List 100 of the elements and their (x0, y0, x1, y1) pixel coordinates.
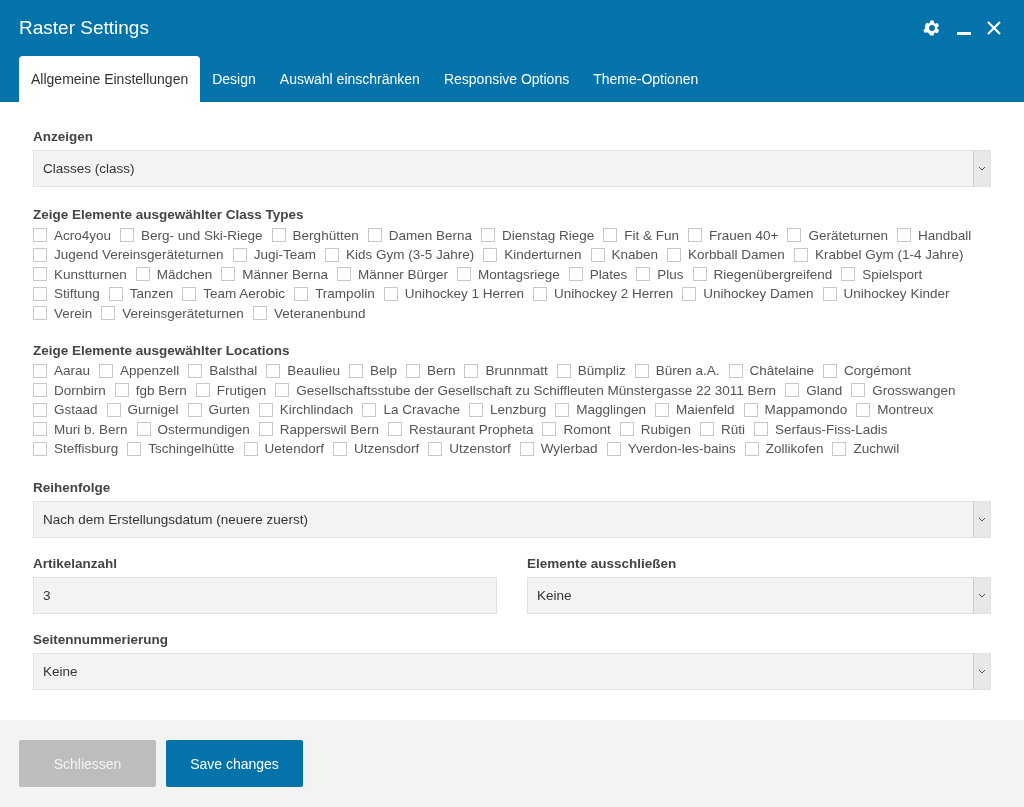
checkbox[interactable] (195, 383, 210, 398)
checkbox[interactable] (182, 286, 197, 301)
checkbox[interactable] (823, 363, 838, 378)
checkbox[interactable] (108, 286, 123, 301)
checkbox[interactable] (468, 402, 483, 417)
checkbox[interactable] (106, 402, 121, 417)
checkbox[interactable] (33, 267, 47, 282)
tab[interactable]: Auswahl einschränken (267, 56, 432, 102)
checkbox[interactable] (33, 286, 47, 301)
checkbox[interactable] (822, 286, 837, 301)
save-button[interactable]: Save changes (166, 740, 303, 787)
checkbox[interactable] (682, 286, 697, 301)
close-icon[interactable] (986, 20, 1002, 36)
checkbox-label: Uetendorf (264, 441, 324, 457)
checkbox-label: Verein (54, 305, 93, 321)
checkbox[interactable] (785, 383, 800, 398)
field-label: Zeige Elemente ausgewählter Class Types (33, 207, 305, 222)
checkbox[interactable] (655, 402, 670, 417)
checkbox[interactable] (258, 422, 273, 437)
checkbox[interactable] (851, 383, 866, 398)
checkbox[interactable] (634, 363, 649, 378)
checkbox[interactable] (841, 267, 856, 282)
checkbox[interactable] (258, 402, 273, 417)
checkbox[interactable] (221, 267, 236, 282)
checkbox[interactable] (33, 228, 47, 243)
checkbox[interactable] (120, 228, 135, 243)
checkbox[interactable] (832, 441, 847, 456)
checkbox[interactable] (688, 228, 703, 243)
pagination-select[interactable]: Keine (33, 653, 991, 690)
checkbox[interactable] (667, 247, 682, 262)
checkbox[interactable] (793, 247, 808, 262)
order-select[interactable]: Nach dem Erstellungsdatum (neuere zuerst) (33, 501, 991, 538)
checkbox[interactable] (897, 228, 912, 243)
checkbox[interactable] (362, 402, 377, 417)
checkbox[interactable] (606, 441, 621, 456)
checkbox[interactable] (603, 228, 618, 243)
display-select[interactable]: Classes (class) (33, 150, 991, 187)
checkbox[interactable] (556, 363, 571, 378)
checkbox[interactable] (700, 422, 715, 437)
checkbox[interactable] (636, 267, 651, 282)
settings-icon[interactable] (922, 18, 942, 38)
exclude-select[interactable]: Keine (527, 577, 991, 614)
checkbox[interactable] (728, 363, 743, 378)
checkbox[interactable] (266, 363, 281, 378)
checkbox[interactable] (787, 228, 802, 243)
checkbox[interactable] (136, 422, 151, 437)
checkbox[interactable] (542, 422, 557, 437)
checkbox[interactable] (405, 363, 420, 378)
checkbox[interactable] (743, 402, 758, 417)
checkbox[interactable] (856, 402, 871, 417)
checkbox[interactable] (744, 441, 759, 456)
checkbox[interactable] (692, 267, 707, 282)
checkbox[interactable] (33, 306, 47, 321)
checkbox[interactable] (387, 422, 402, 437)
checkbox[interactable] (336, 267, 351, 282)
caret-icon (973, 578, 990, 613)
checkbox[interactable] (101, 306, 116, 321)
tab[interactable]: Responsive Options (431, 56, 582, 102)
checkbox[interactable] (33, 383, 47, 398)
checkbox[interactable] (464, 363, 479, 378)
checkbox[interactable] (332, 441, 347, 456)
checkbox[interactable] (187, 402, 202, 417)
checkbox[interactable] (294, 286, 309, 301)
checkbox[interactable] (367, 228, 382, 243)
checkbox[interactable] (188, 363, 203, 378)
article-count-field[interactable]: 3 (33, 577, 497, 614)
checkbox[interactable] (252, 306, 267, 321)
checkbox[interactable] (324, 247, 339, 262)
checkbox[interactable] (33, 363, 47, 378)
checkbox[interactable] (590, 247, 605, 262)
checkbox[interactable] (114, 383, 129, 398)
checkbox[interactable] (383, 286, 398, 301)
checkbox[interactable] (619, 422, 634, 437)
checkbox-label: Wylerbad (540, 441, 598, 457)
checkbox[interactable] (532, 286, 547, 301)
tab[interactable]: Allgemeine Einstellungen (19, 56, 201, 102)
checkbox[interactable] (243, 441, 258, 456)
checkbox[interactable] (519, 441, 534, 456)
checkbox[interactable] (99, 363, 114, 378)
checkbox-label: Geräteturnen (808, 227, 889, 243)
tab[interactable]: Design (200, 56, 268, 102)
checkbox[interactable] (754, 422, 769, 437)
checkbox[interactable] (33, 402, 47, 417)
tab[interactable]: Theme-Optionen (581, 56, 711, 102)
checkbox[interactable] (271, 228, 286, 243)
checkbox[interactable] (33, 441, 47, 456)
checkbox[interactable] (456, 267, 471, 282)
checkbox[interactable] (483, 247, 498, 262)
checkbox[interactable] (33, 247, 47, 262)
checkbox[interactable] (135, 267, 150, 282)
checkbox[interactable] (555, 402, 570, 417)
checkbox[interactable] (33, 422, 47, 437)
checkbox[interactable] (275, 383, 290, 398)
checkbox[interactable] (568, 267, 583, 282)
checkbox-label: Männer Bürger (357, 266, 448, 282)
checkbox[interactable] (348, 363, 363, 378)
checkbox[interactable] (127, 441, 142, 456)
checkbox[interactable] (232, 247, 247, 262)
checkbox[interactable] (480, 228, 495, 243)
checkbox[interactable] (428, 441, 443, 456)
